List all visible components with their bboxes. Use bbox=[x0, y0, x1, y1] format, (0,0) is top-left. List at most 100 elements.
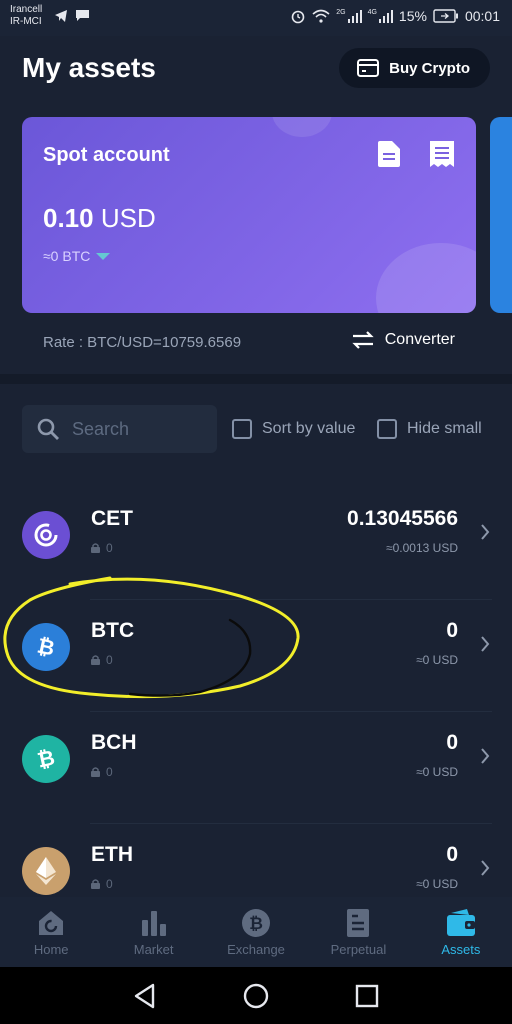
nav-perpetual[interactable]: Perpetual bbox=[307, 897, 409, 967]
sort-by-value-toggle[interactable]: Sort by value bbox=[232, 419, 355, 439]
asset-row-eth[interactable]: ETH 0 0 ≈0 USD bbox=[0, 824, 512, 897]
asset-row-bch[interactable]: ₿ BCH 0 0 ≈0 USD bbox=[0, 712, 512, 824]
btc-coin-icon: ₿ bbox=[22, 623, 70, 671]
chevron-right-icon bbox=[481, 860, 490, 876]
exchange-bitcoin-icon: ₿ bbox=[242, 909, 271, 937]
battery-icon bbox=[433, 9, 458, 23]
nav-market[interactable]: Market bbox=[102, 897, 204, 967]
asset-amount: 0 bbox=[446, 731, 458, 754]
nav-assets-label: Assets bbox=[441, 942, 481, 957]
search-input[interactable] bbox=[72, 418, 202, 440]
chevron-right-icon bbox=[481, 748, 490, 764]
signal-icon bbox=[347, 9, 362, 23]
page-title: My assets bbox=[22, 52, 156, 83]
network-type-2: 4G bbox=[367, 8, 377, 16]
asset-locked-value: 0 bbox=[106, 877, 113, 891]
hide-small-checkbox[interactable] bbox=[377, 419, 397, 439]
asset-usd-value: ≈0 USD bbox=[416, 877, 458, 891]
card-title: Spot account bbox=[43, 144, 170, 166]
asset-row-cet[interactable]: CET 0 0.13045566 ≈0.0013 USD bbox=[0, 488, 512, 600]
asset-usd-value: ≈0 USD bbox=[416, 653, 458, 667]
exchange-rate: Rate : BTC/USD=10759.6569 bbox=[43, 334, 242, 351]
bch-coin-icon: ₿ bbox=[22, 735, 70, 783]
nav-home-label: Home bbox=[33, 942, 69, 957]
nav-exchange[interactable]: ₿ Exchange bbox=[205, 897, 307, 967]
balance-currency: USD bbox=[100, 203, 156, 233]
asset-locked-value: 0 bbox=[106, 541, 113, 555]
svg-text:₿: ₿ bbox=[249, 914, 263, 933]
section-divider bbox=[0, 374, 512, 384]
battery-percent: 15% bbox=[398, 8, 427, 24]
balance-value: 0.10 bbox=[43, 203, 94, 233]
hide-small-label: Hide small bbox=[407, 420, 482, 437]
asset-locked-value: 0 bbox=[106, 765, 113, 779]
btc-equivalent[interactable]: ≈0 BTC bbox=[43, 248, 111, 264]
nav-home[interactable]: Home bbox=[0, 897, 102, 967]
asset-usd-value: ≈0.0013 USD bbox=[386, 541, 458, 555]
asset-locked: 0 bbox=[91, 877, 113, 891]
receipt-icon[interactable] bbox=[430, 141, 454, 167]
asset-row-btc[interactable]: ₿ BTC 0 0 ≈0 USD bbox=[0, 600, 512, 712]
perpetual-doc-icon bbox=[347, 909, 370, 937]
asset-symbol: BCH bbox=[91, 731, 137, 754]
header: My assets Buy Crypto bbox=[0, 36, 512, 106]
asset-symbol: CET bbox=[91, 507, 133, 530]
btc-equivalent-value: ≈0 BTC bbox=[43, 248, 91, 264]
asset-locked: 0 bbox=[91, 765, 113, 779]
chevron-right-icon bbox=[481, 636, 490, 652]
asset-amount: 0 bbox=[446, 843, 458, 866]
search-box[interactable] bbox=[22, 405, 217, 453]
nav-exchange-label: Exchange bbox=[227, 942, 285, 957]
converter-button[interactable]: Converter bbox=[351, 330, 455, 350]
sort-by-value-label: Sort by value bbox=[262, 420, 356, 437]
clock: 00:01 bbox=[464, 8, 500, 24]
buy-crypto-label: Buy Crypto bbox=[389, 59, 470, 77]
lock-icon bbox=[91, 543, 100, 553]
spot-account-card[interactable]: Spot account 0.10 USD ≈0 BTC bbox=[22, 117, 476, 313]
asset-amount: 0 bbox=[446, 619, 458, 642]
converter-label: Converter bbox=[384, 331, 455, 348]
swap-arrows-icon bbox=[352, 331, 374, 349]
document-icon[interactable] bbox=[378, 141, 400, 167]
buy-crypto-button[interactable]: Buy Crypto bbox=[339, 48, 490, 88]
network-type-1: 2G bbox=[336, 8, 346, 16]
telegram-icon bbox=[55, 10, 67, 22]
lock-icon bbox=[91, 879, 100, 889]
nav-assets[interactable]: Assets bbox=[410, 897, 512, 967]
asset-locked-value: 0 bbox=[106, 653, 113, 667]
asset-usd-value: ≈0 USD bbox=[416, 765, 458, 779]
market-bars-icon bbox=[141, 911, 166, 936]
nav-perpetual-label: Perpetual bbox=[330, 942, 387, 957]
lock-icon bbox=[91, 655, 100, 665]
home-icon bbox=[39, 911, 64, 935]
search-icon bbox=[37, 418, 59, 440]
recents-square-icon[interactable] bbox=[355, 984, 379, 1008]
hide-small-toggle[interactable]: Hide small bbox=[377, 419, 482, 439]
cet-coin-icon bbox=[22, 511, 70, 559]
svg-text:₿: ₿ bbox=[35, 746, 57, 772]
wifi-icon bbox=[312, 9, 330, 23]
asset-locked: 0 bbox=[91, 541, 113, 555]
chevron-right-icon bbox=[481, 524, 490, 540]
back-triangle-icon[interactable] bbox=[133, 983, 157, 1009]
carrier-name-1: Irancell bbox=[10, 4, 43, 15]
message-icon bbox=[76, 10, 89, 21]
asset-symbol: BTC bbox=[91, 619, 135, 642]
asset-locked: 0 bbox=[91, 653, 113, 667]
next-account-card-peek[interactable] bbox=[490, 117, 512, 313]
status-bar: Irancell IR-MCI 2G 4G 15% 00:01 bbox=[0, 0, 512, 36]
signal-icon-2 bbox=[378, 9, 393, 23]
home-circle-icon[interactable] bbox=[243, 983, 269, 1009]
dropdown-triangle-icon bbox=[96, 252, 111, 260]
alarm-icon bbox=[291, 10, 305, 24]
carrier-name-2: IR-MCI bbox=[10, 16, 42, 27]
asset-symbol: ETH bbox=[91, 843, 133, 866]
asset-amount: 0.13045566 bbox=[347, 507, 458, 530]
nav-market-label: Market bbox=[133, 942, 174, 957]
card-icon bbox=[357, 59, 380, 77]
eth-coin-icon bbox=[22, 847, 70, 895]
svg-text:₿: ₿ bbox=[35, 634, 57, 660]
sort-by-value-checkbox[interactable] bbox=[232, 419, 252, 439]
carrier-info: Irancell IR-MCI bbox=[10, 4, 42, 28]
balance-amount: 0.10 USD bbox=[43, 203, 156, 234]
